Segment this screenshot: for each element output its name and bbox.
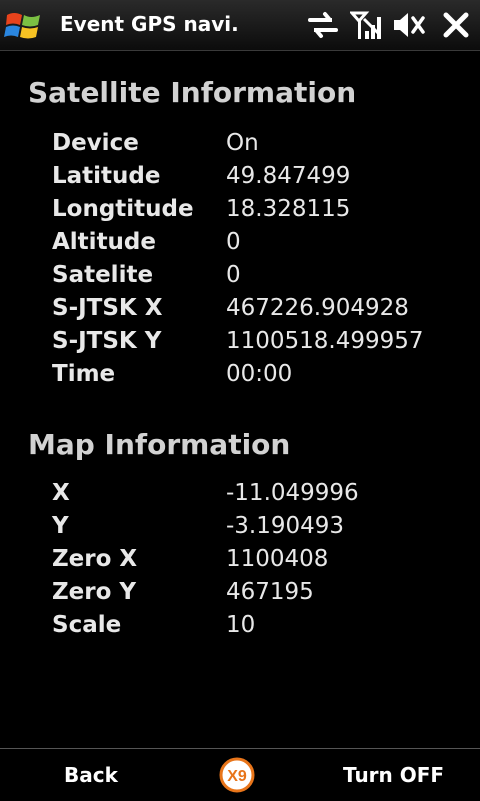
row-label: Time (52, 361, 116, 387)
row-value: -3.190493 (226, 513, 345, 539)
row-label: S-JTSK Y (52, 328, 162, 354)
row-label: Altitude (52, 229, 156, 255)
row-label: S-JTSK X (52, 295, 163, 321)
row-label: Zero X (52, 546, 138, 572)
row-value: 18.328115 (226, 196, 351, 222)
row-value: -11.049996 (226, 480, 359, 506)
info-row-scale: Scale 10 (0, 612, 480, 645)
info-row-zero-y: Zero Y 467195 (0, 579, 480, 612)
row-label: Latitude (52, 163, 161, 189)
info-row-satellite: Satelite 0 (0, 262, 480, 295)
row-value: On (226, 130, 259, 156)
info-row-latitude: Latitude 49.847499 (0, 163, 480, 196)
row-label: Scale (52, 612, 122, 638)
volume-muted-icon[interactable] (392, 9, 426, 41)
satellite-section-title: Satellite Information (28, 76, 357, 109)
info-row-device: Device On (0, 130, 480, 163)
x9-logo-icon[interactable]: X9 (219, 757, 255, 793)
row-value: 0 (226, 262, 241, 288)
row-value: 467226.904928 (226, 295, 409, 321)
title-bar: Event GPS navi. (0, 0, 480, 51)
row-value: 49.847499 (226, 163, 351, 189)
row-value: 10 (226, 612, 256, 638)
row-label: Satelite (52, 262, 154, 288)
app-title: Event GPS navi. (60, 12, 239, 36)
info-row-longitude: Longtitude 18.328115 (0, 196, 480, 229)
info-row-sjtsk-x: S-JTSK X 467226.904928 (0, 295, 480, 328)
signal-strength-icon[interactable] (350, 9, 384, 41)
info-row-time: Time 00:00 (0, 361, 480, 394)
row-value: 1100518.499957 (226, 328, 422, 354)
info-row-altitude: Altitude 0 (0, 229, 480, 262)
logo-text: X9 (227, 768, 247, 785)
row-label: Longtitude (52, 196, 194, 222)
row-label: Zero Y (52, 579, 137, 605)
info-row-zero-x: Zero X 1100408 (0, 546, 480, 579)
soft-key-bar: Back X9 Turn OFF (0, 748, 480, 801)
windows-start-icon[interactable] (4, 7, 44, 45)
info-row-x: X -11.049996 (0, 480, 480, 513)
close-icon[interactable] (440, 9, 472, 41)
map-section-title: Map Information (28, 428, 291, 461)
info-row-sjtsk-y: S-JTSK Y 1100518.499957 (0, 328, 480, 361)
info-row-y: Y -3.190493 (0, 513, 480, 546)
row-value: 467195 (226, 579, 314, 605)
row-value: 0 (226, 229, 241, 255)
row-label: X (52, 480, 70, 506)
row-value: 1100408 (226, 546, 329, 572)
turn-off-button[interactable]: Turn OFF (343, 763, 444, 787)
row-label: Device (52, 130, 139, 156)
row-label: Y (52, 513, 69, 539)
sync-arrows-icon[interactable] (306, 9, 340, 41)
row-value: 00:00 (226, 361, 293, 387)
back-button[interactable]: Back (64, 763, 118, 787)
